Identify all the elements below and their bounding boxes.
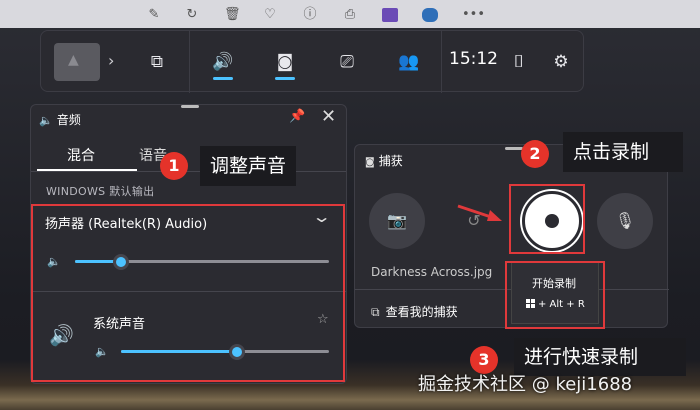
divider	[189, 31, 190, 93]
divider	[31, 171, 346, 172]
onedrive-icon[interactable]	[422, 8, 438, 22]
image-icon: ▲	[68, 52, 79, 68]
info-icon[interactable]: ⓘ	[302, 8, 318, 22]
chevron-right-icon[interactable]: ›	[108, 51, 114, 70]
social-widget-button[interactable]: 👥	[381, 41, 437, 83]
rotate-icon[interactable]: ↻	[184, 8, 200, 22]
step-badge-1: 1	[160, 152, 188, 180]
audio-widget-title: 🔈 音频	[39, 113, 81, 127]
settings-gear-icon[interactable]: ⚙	[533, 41, 589, 83]
close-icon[interactable]: ✕	[321, 106, 336, 127]
xbox-game-bar: ▲ › ⧉ 🔊 ◙ ⎚ 👥 15:12 ⌷ ⚙	[40, 30, 584, 93]
webcam-icon: ◙	[365, 157, 375, 168]
drag-handle[interactable]	[505, 147, 523, 150]
microphone-icon: 🎙	[614, 211, 636, 230]
game-thumbnail[interactable]: ▲	[54, 43, 100, 81]
favorite-icon[interactable]: ♡	[262, 8, 278, 22]
audio-highlight-box	[31, 204, 345, 382]
audio-widget-button[interactable]: 🔊	[195, 41, 251, 83]
camera-icon: 📷	[387, 211, 407, 230]
pin-icon[interactable]: 📌	[289, 109, 305, 124]
shortcut-highlight-box	[505, 261, 605, 329]
app-icon[interactable]	[382, 8, 398, 22]
edit-image-icon[interactable]: ✎	[146, 8, 162, 22]
tab-mix[interactable]: 混合	[67, 145, 95, 165]
more-icon[interactable]: •••	[462, 8, 485, 22]
delete-icon[interactable]: 🗑	[224, 8, 241, 22]
screenshot-button[interactable]: 📷	[369, 193, 425, 249]
divider	[441, 31, 442, 93]
last-capture-filename[interactable]: Darkness Across.jpg	[371, 265, 492, 279]
output-section-header: WINDOWS 默认输出	[46, 185, 155, 198]
microphone-button[interactable]: 🎙	[597, 193, 653, 249]
speaker-icon: 🔈	[39, 114, 53, 127]
gallery-icon: ⧉	[371, 305, 380, 319]
record-button-highlight-box	[509, 184, 585, 254]
view-my-captures-link[interactable]: ⧉ 查看我的捕获	[371, 303, 458, 320]
watermark: 掘金技术社区 @ keji1688	[418, 374, 633, 395]
print-icon[interactable]: ⎙	[342, 8, 358, 22]
step-badge-2: 2	[521, 140, 549, 168]
capture-widget-button[interactable]: ◙	[257, 41, 313, 83]
widget-menu-icon[interactable]: ⧉	[129, 41, 185, 83]
photo-viewer-toolbar: ✎ ↻ 🗑 ♡ ⓘ ⎙ •••	[0, 0, 700, 28]
drag-handle[interactable]	[181, 105, 199, 108]
callout-click-record: 点击录制	[563, 132, 683, 172]
capture-widget-title: ◙ 捕获	[365, 154, 403, 168]
performance-widget-button[interactable]: ⎚	[319, 41, 375, 83]
red-arrow-annotation	[457, 204, 502, 221]
callout-adjust-sound: 调整声音	[200, 146, 297, 186]
